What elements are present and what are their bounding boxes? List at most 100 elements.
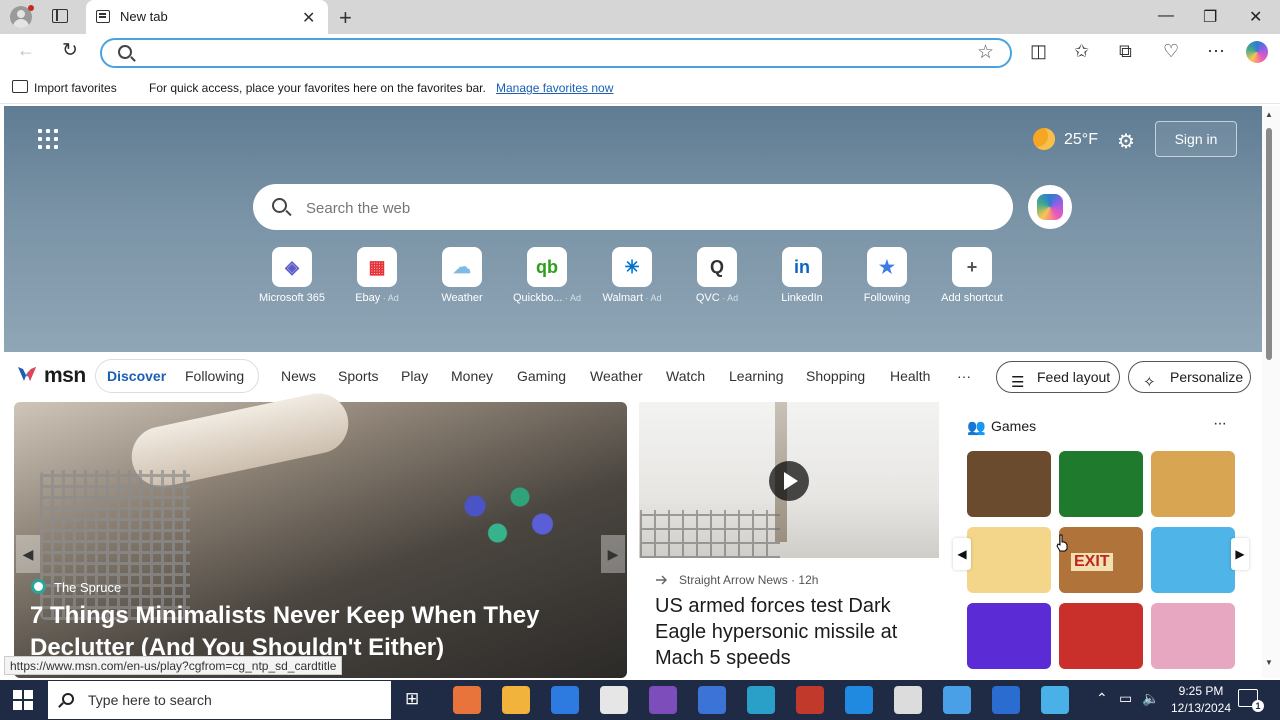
close-window-button[interactable]: ✕ [1249,7,1262,27]
taskbar-app-icon[interactable] [894,686,922,714]
source-logo-icon [31,579,46,594]
scroll-down-icon[interactable]: ▼ [1265,658,1273,667]
windows-start-icon[interactable] [13,690,33,710]
network-icon[interactable]: ▭ [1119,690,1132,707]
copilot-button[interactable] [1028,185,1072,229]
nav-sports[interactable]: Sports [338,368,378,384]
minimize-button[interactable]: — [1158,7,1174,25]
task-view-icon[interactable]: ⊞ [405,689,419,709]
taskbar-app-icon[interactable] [943,686,971,714]
carousel-next-button[interactable]: ▶ [601,535,625,573]
taskbar-search-placeholder[interactable]: Type here to search [88,692,212,708]
shortcut-following[interactable]: ★ Following [845,247,929,307]
nav-shopping[interactable]: Shopping [806,368,865,384]
story-headline[interactable]: 7 Things Minimalists Never Keep When The… [30,600,610,664]
story-source[interactable]: The Spruce [54,580,121,595]
taskbar-app-icon[interactable] [747,686,775,714]
nav-health[interactable]: Health [890,368,930,384]
scrollbar-thumb[interactable] [1266,128,1272,360]
msn-logo[interactable]: msn [44,364,86,388]
notification-badge: 1 [1252,700,1264,712]
taskbar-app-icon[interactable] [502,686,530,714]
restore-button[interactable]: ❐ [1203,7,1217,27]
address-input[interactable] [140,42,960,64]
split-screen-icon[interactable]: ◫ [1030,41,1047,62]
web-search-input[interactable] [306,197,986,219]
nav-gaming[interactable]: Gaming [517,368,566,384]
more-options-icon[interactable]: ⋯ [1207,41,1225,62]
shortcut-quickbo[interactable]: qb Quickbo... · Ad [505,247,589,307]
scroll-up-icon[interactable]: ▲ [1265,110,1273,119]
game-tile[interactable] [1151,451,1235,517]
games-next-button[interactable]: ▶ [1231,538,1249,570]
refresh-icon[interactable]: ↻ [62,39,78,62]
shortcut-microsoft-365[interactable]: ◈ Microsoft 365 [250,247,334,307]
temperature[interactable]: 25°F [1064,131,1098,149]
add-favorite-icon[interactable]: ☆ [977,41,994,64]
personalize-button[interactable]: ✧ Personalize [1128,361,1251,393]
back-icon[interactable]: ← [17,40,35,61]
shortcut-name: Add shortcut [941,292,1003,304]
carousel-prev-button[interactable]: ◀ [16,535,40,573]
story-headline[interactable]: US armed forces test Dark Eagle hyperson… [655,593,925,671]
game-tile[interactable] [967,451,1051,517]
game-tile[interactable] [967,527,1051,593]
taskbar-app-icon[interactable] [698,686,726,714]
tab-discover[interactable]: Discover [107,368,166,384]
clock-date[interactable]: 12/13/2024 [1164,701,1238,715]
copilot-icon[interactable] [1246,41,1268,63]
import-favorites-button[interactable]: Import favorites [34,81,117,95]
tray-chevron-icon[interactable]: ⌃ [1096,690,1108,707]
taskbar-app-icon[interactable] [551,686,579,714]
shortcut-ebay[interactable]: ▦ Ebay · Ad [335,247,419,307]
apps-launcher-icon[interactable] [38,129,58,149]
tab-following[interactable]: Following [185,368,244,384]
shortcut-weather[interactable]: ☁ Weather [420,247,504,307]
shortcut-add-shortcut[interactable]: + Add shortcut [930,247,1014,307]
manage-favorites-link[interactable]: Manage favorites now [496,81,613,95]
feed-layout-button[interactable]: ☰ Feed layout [996,361,1120,393]
volume-icon[interactable]: 🔈 [1142,690,1159,707]
taskbar-app-icon[interactable] [845,686,873,714]
taskbar-app-icon[interactable] [649,686,677,714]
gear-icon[interactable]: ⚙ [1117,129,1135,154]
nav-weather[interactable]: Weather [590,368,643,384]
shortcut-name: LinkedIn [781,292,823,304]
sign-in-button[interactable]: Sign in [1155,121,1237,157]
collections-icon[interactable]: ⧉ [1119,41,1132,62]
close-tab-icon[interactable]: ✕ [302,8,315,28]
clock-time[interactable]: 9:25 PM [1172,684,1230,698]
taskbar-app-icon[interactable] [796,686,824,714]
nav-news[interactable]: News [281,368,316,384]
new-tab-button[interactable]: + [339,5,352,31]
story-source[interactable]: Straight Arrow News · 12h [679,573,818,587]
nav-money[interactable]: Money [451,368,493,384]
taskbar-app-icon[interactable] [1041,686,1069,714]
game-tile[interactable]: EXIT [1059,527,1143,593]
moon-weather-icon[interactable] [1033,128,1055,150]
game-tile[interactable] [1151,603,1235,669]
shortcut-linkedin[interactable]: in LinkedIn [760,247,844,307]
more-nav-icon[interactable]: ··· [957,368,971,384]
game-tile[interactable] [1059,451,1143,517]
taskbar-app-icon[interactable] [992,686,1020,714]
games-prev-button[interactable]: ◀ [953,538,971,570]
more-options-icon[interactable]: ··· [1213,415,1227,433]
taskbar-app-icon[interactable] [453,686,481,714]
shortcut-walmart[interactable]: ✳ Walmart · Ad [590,247,674,307]
nav-play[interactable]: Play [401,368,428,384]
import-icon[interactable] [12,80,28,93]
game-tile[interactable] [1151,527,1235,593]
favorites-icon[interactable]: ✩ [1074,41,1089,62]
game-tile[interactable] [967,603,1051,669]
games-title[interactable]: Games [991,418,1036,434]
taskbar-app-icon[interactable] [600,686,628,714]
nav-learning[interactable]: Learning [729,368,784,384]
tab-actions-icon[interactable] [52,9,68,23]
shortcut-qvc[interactable]: Q QVC · Ad [675,247,759,307]
nav-watch[interactable]: Watch [666,368,705,384]
browser-essentials-icon[interactable]: ♡ [1163,41,1179,62]
game-tile[interactable] [1059,603,1143,669]
play-video-icon[interactable] [769,461,809,501]
shortcut-label: Microsoft 365 [250,292,334,304]
